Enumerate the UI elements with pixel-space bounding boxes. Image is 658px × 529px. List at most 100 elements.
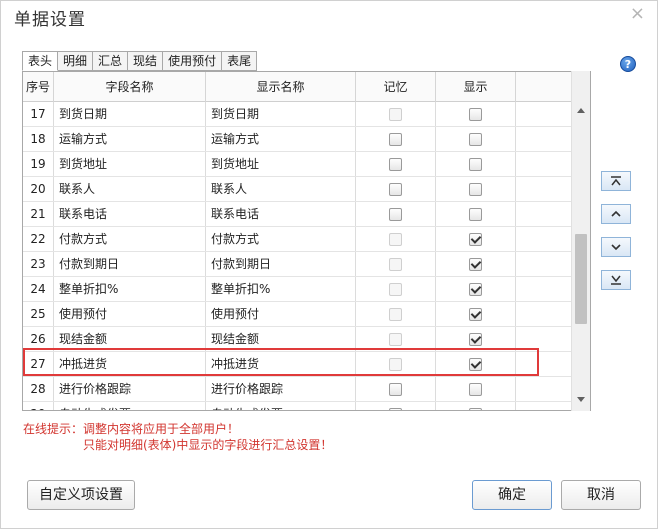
- blank-cell: [516, 402, 575, 410]
- tab-summary[interactable]: 汇总: [93, 51, 129, 71]
- blank-cell: [516, 277, 575, 301]
- row-number: 26: [23, 327, 54, 351]
- remember-cell: [356, 127, 436, 151]
- table-row[interactable]: 28 进行价格跟踪 进行价格跟踪: [23, 377, 575, 402]
- show-cell: [436, 202, 516, 226]
- tab-footer[interactable]: 表尾: [222, 51, 258, 71]
- show-cell: [436, 152, 516, 176]
- table-row[interactable]: 24 整单折扣% 整单折扣%: [23, 277, 575, 302]
- table-row[interactable]: 19 到货地址 到货地址: [23, 152, 575, 177]
- remember-checkbox[interactable]: [389, 382, 402, 396]
- show-cell: [436, 277, 516, 301]
- table-row[interactable]: 20 联系人 联系人: [23, 177, 575, 202]
- tab-header[interactable]: 表头: [22, 51, 59, 71]
- display-name-cell[interactable]: 整单折扣%: [206, 277, 356, 301]
- close-icon[interactable]: ×: [630, 4, 645, 24]
- remember-checkbox[interactable]: [389, 132, 402, 146]
- display-name-cell[interactable]: 自动生成发票: [206, 402, 356, 410]
- help-icon[interactable]: ?: [620, 56, 636, 72]
- table-row[interactable]: 25 使用预付 使用预付: [23, 302, 575, 327]
- blank-cell: [516, 102, 575, 126]
- field-name-cell: 整单折扣%: [54, 277, 206, 301]
- row-number: 17: [23, 102, 54, 126]
- custom-fields-button[interactable]: 自定义项设置: [27, 480, 135, 510]
- move-top-button[interactable]: [601, 171, 631, 191]
- show-checkbox[interactable]: [469, 332, 482, 346]
- remember-checkbox[interactable]: [389, 207, 402, 221]
- display-name-cell[interactable]: 到货日期: [206, 102, 356, 126]
- display-name-cell[interactable]: 使用预付: [206, 302, 356, 326]
- display-name-cell[interactable]: 冲抵进货: [206, 352, 356, 376]
- row-number: 19: [23, 152, 54, 176]
- display-name-cell[interactable]: 进行价格跟踪: [206, 377, 356, 401]
- table-row[interactable]: 27 冲抵进货 冲抵进货: [23, 352, 575, 377]
- scroll-thumb[interactable]: [575, 234, 587, 324]
- blank-cell: [516, 152, 575, 176]
- ok-button[interactable]: 确定: [472, 480, 552, 510]
- table-row[interactable]: 23 付款到期日 付款到期日: [23, 252, 575, 277]
- show-checkbox[interactable]: [469, 307, 482, 321]
- scroll-down-icon[interactable]: [577, 397, 585, 402]
- show-checkbox[interactable]: [469, 282, 482, 296]
- field-name-cell: 联系人: [54, 177, 206, 201]
- display-name-cell[interactable]: 联系电话: [206, 202, 356, 226]
- remember-cell: [356, 102, 436, 126]
- chevron-up-icon: [611, 210, 621, 217]
- table-row[interactable]: 29自动生成发票自动生成发票: [23, 402, 575, 410]
- show-cell: [436, 177, 516, 201]
- show-checkbox[interactable]: [469, 232, 482, 246]
- remember-cell: [356, 227, 436, 251]
- display-name-cell[interactable]: 付款方式: [206, 227, 356, 251]
- show-checkbox[interactable]: [469, 382, 482, 396]
- show-checkbox[interactable]: [469, 357, 482, 371]
- grid-scrollbar[interactable]: [571, 71, 590, 411]
- column-header-blank: [516, 72, 575, 102]
- table-row[interactable]: 26 现结金额 现结金额: [23, 327, 575, 352]
- remember-checkbox[interactable]: [389, 407, 402, 410]
- field-name-cell: 冲抵进货: [54, 352, 206, 376]
- row-number: 23: [23, 252, 54, 276]
- show-checkbox[interactable]: [469, 182, 482, 196]
- tab-prepay[interactable]: 使用预付: [163, 51, 223, 71]
- table-row[interactable]: 22 付款方式 付款方式: [23, 227, 575, 252]
- show-checkbox[interactable]: [469, 157, 482, 171]
- table-row[interactable]: 18 运输方式 运输方式: [23, 127, 575, 152]
- move-up-button[interactable]: [601, 204, 631, 224]
- remember-checkbox: [389, 282, 402, 296]
- column-header-show: 显示: [436, 72, 516, 102]
- tab-cash[interactable]: 现结: [128, 51, 164, 71]
- show-checkbox[interactable]: [469, 257, 482, 271]
- show-checkbox[interactable]: [469, 407, 482, 410]
- blank-cell: [516, 327, 575, 351]
- field-name-cell: 联系电话: [54, 202, 206, 226]
- remember-checkbox[interactable]: [389, 182, 402, 196]
- remember-cell: [356, 252, 436, 276]
- table-row[interactable]: 21 联系电话 联系电话: [23, 202, 575, 227]
- remember-checkbox[interactable]: [389, 157, 402, 171]
- display-name-cell[interactable]: 现结金额: [206, 327, 356, 351]
- grid-header: 序号 字段名称 显示名称 记忆 显示: [23, 72, 575, 102]
- scroll-up-icon[interactable]: [577, 108, 585, 113]
- show-checkbox[interactable]: [469, 207, 482, 221]
- blank-cell: [516, 302, 575, 326]
- display-name-cell[interactable]: 付款到期日: [206, 252, 356, 276]
- row-number: 29: [23, 402, 54, 410]
- show-cell: [436, 327, 516, 351]
- display-name-cell[interactable]: 运输方式: [206, 127, 356, 151]
- show-checkbox[interactable]: [469, 107, 482, 121]
- tab-detail[interactable]: 明细: [58, 51, 94, 71]
- show-cell: [436, 352, 516, 376]
- move-bottom-button[interactable]: [601, 270, 631, 290]
- move-down-button[interactable]: [601, 237, 631, 257]
- table-row[interactable]: 17 到货日期 到货日期: [23, 102, 575, 127]
- show-checkbox[interactable]: [469, 132, 482, 146]
- display-name-cell[interactable]: 到货地址: [206, 152, 356, 176]
- remember-checkbox: [389, 357, 402, 371]
- cancel-button[interactable]: 取消: [561, 480, 641, 510]
- show-cell: [436, 227, 516, 251]
- field-name-cell: 到货地址: [54, 152, 206, 176]
- show-cell: [436, 402, 516, 410]
- display-name-cell[interactable]: 联系人: [206, 177, 356, 201]
- field-name-cell: 使用预付: [54, 302, 206, 326]
- remember-cell: [356, 177, 436, 201]
